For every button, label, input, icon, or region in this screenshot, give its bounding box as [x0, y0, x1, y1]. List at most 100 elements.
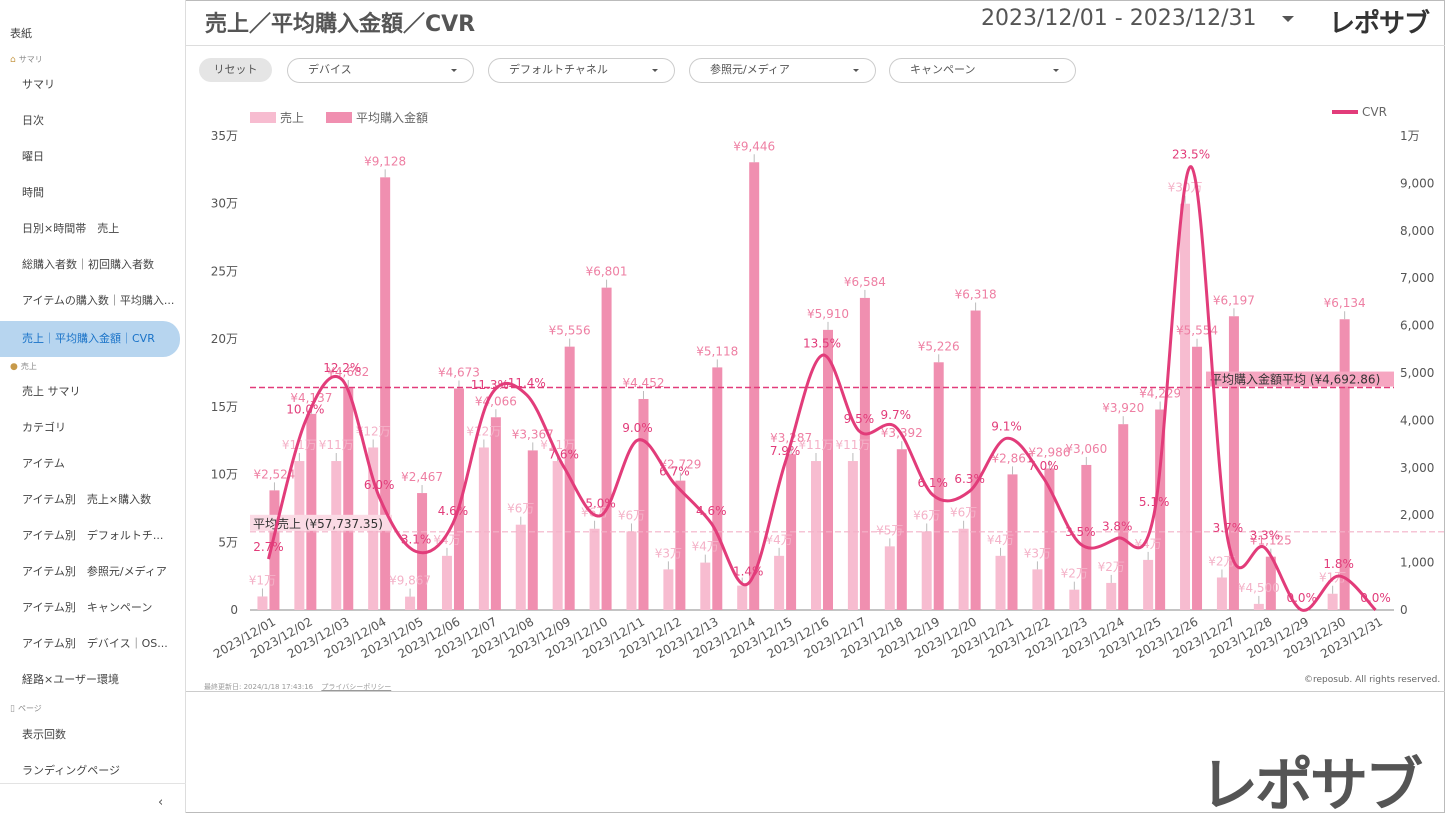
data-label-sales: ¥1万 — [249, 573, 276, 587]
right-tick-label: 9,000 — [1400, 176, 1434, 190]
bar-sales — [441, 555, 452, 610]
date-range-picker[interactable]: 2023/12/01 - 2023/12/31 — [981, 6, 1257, 31]
sidebar-item-item-source[interactable]: アイテム別 参照元/メディア — [0, 555, 180, 589]
sidebar-divider — [0, 783, 186, 784]
caret-down-icon — [652, 69, 658, 72]
bar-sales — [257, 596, 268, 610]
data-label-sales: ¥9,867 — [389, 574, 431, 588]
data-label-cvr: 0.0% — [1360, 591, 1391, 605]
bar-sales — [405, 596, 416, 610]
bar-sales — [1032, 569, 1043, 610]
data-label-cvr: 13.5% — [803, 336, 841, 350]
data-label-sales: ¥11万 — [799, 438, 834, 452]
sidebar-item-sales-avg-cvr[interactable]: 売上｜平均購入金額｜CVR — [0, 321, 180, 357]
bar-sales — [626, 531, 637, 610]
data-label-cvr: 4.6% — [438, 504, 469, 518]
data-label-sales: ¥2万 — [1098, 560, 1125, 574]
data-label-avg: ¥6,584 — [844, 275, 886, 289]
left-tick-label: 10万 — [211, 468, 238, 482]
right-tick-label: 8,000 — [1400, 224, 1434, 238]
right-tick-label: 1,000 — [1400, 556, 1434, 570]
data-label-sales: ¥6万 — [618, 508, 645, 522]
data-label-cvr: 5.0% — [585, 497, 616, 511]
sidebar-item-category[interactable]: カテゴリ — [0, 411, 180, 445]
sidebar-item-item-campaign[interactable]: アイテム別 キャンペーン — [0, 591, 180, 625]
sidebar-item-pageviews[interactable]: 表示回数 — [0, 718, 180, 752]
data-label-cvr: 23.5% — [1172, 148, 1210, 162]
reset-button[interactable]: リセット — [199, 58, 272, 82]
avg-reference-label: 平均購入金額平均 (¥4,692.86) — [1210, 372, 1380, 387]
bar-sales — [331, 461, 342, 610]
privacy-link[interactable]: プライバシーポリシー — [321, 683, 391, 691]
data-label-cvr: 3.7% — [1213, 521, 1244, 535]
bar-sales — [1180, 203, 1191, 610]
bar-avg — [749, 162, 760, 611]
data-label-sales: ¥6万 — [950, 506, 977, 520]
filter-label: デフォルトチャネル — [509, 63, 608, 76]
campaign-filter[interactable]: キャンペーン — [889, 58, 1076, 83]
data-label-avg: ¥9,446 — [733, 139, 775, 153]
data-label-cvr: 2.7% — [253, 540, 283, 554]
data-label-sales: ¥2万 — [1061, 567, 1088, 581]
sidebar-item-item-sales-purchases[interactable]: アイテム別 売上×購入数 — [0, 483, 180, 517]
filter-label: デバイス — [308, 63, 352, 76]
bar-sales — [552, 461, 563, 610]
source-medium-filter[interactable]: 参照元/メディア — [689, 58, 876, 83]
data-label-cvr: 7.6% — [548, 448, 579, 462]
sidebar-item-daily[interactable]: 日次 — [0, 104, 180, 138]
data-label-cvr: 6.7% — [659, 465, 690, 479]
bar-avg — [601, 287, 612, 610]
data-label-cvr: 6.1% — [917, 476, 948, 490]
bar-sales — [1216, 577, 1227, 610]
data-label-sales: ¥3万 — [655, 546, 682, 560]
page-title: 売上／平均購入金額／CVR — [205, 12, 476, 37]
legend-swatch-sales — [250, 112, 276, 123]
bar-sales — [921, 531, 932, 610]
sidebar-item-path-env[interactable]: 経路×ユーザー環境 — [0, 663, 180, 697]
right-tick-label: 3,000 — [1400, 461, 1434, 475]
sidebar-item-item-channel[interactable]: アイテム別 デフォルトチ... — [0, 519, 180, 553]
combo-chart: 売上 平均購入金額 CVR 0 5万 10万 15万 20万 25万 30万 35万 0 1,000 2,… — [211, 105, 1444, 661]
data-label-cvr: 10.0% — [286, 402, 324, 416]
bar-avg — [1192, 346, 1203, 610]
sidebar-item-cover[interactable]: 表紙 — [10, 25, 32, 41]
chevron-left-icon[interactable]: ‹ — [158, 795, 163, 810]
channel-filter[interactable]: デフォルトチャネル — [488, 58, 675, 83]
sidebar-item-daily-hour-sales[interactable]: 日別×時間帯 売上 — [0, 212, 180, 246]
data-label-sales: ¥5万 — [876, 523, 903, 537]
sidebar-item-buyers[interactable]: 総購入者数｜初回購入者数 — [0, 248, 180, 282]
bar-avg — [380, 177, 391, 610]
data-label-cvr: 4.6% — [696, 504, 727, 518]
bar-sales — [1143, 559, 1154, 610]
data-label-cvr: 6.0% — [364, 478, 395, 492]
data-label-cvr: 6.3% — [954, 472, 985, 486]
right-tick-label: 2,000 — [1400, 508, 1434, 522]
section-label: サマリ — [18, 55, 43, 64]
bar-sales — [478, 447, 489, 610]
bar-sales — [1327, 593, 1338, 610]
data-label-avg: ¥2,986 — [1028, 445, 1070, 459]
sidebar-item-item[interactable]: アイテム — [0, 447, 180, 481]
chevron-down-icon[interactable] — [1282, 16, 1294, 22]
data-label-avg: ¥6,197 — [1213, 293, 1255, 307]
sidebar-item-weekday[interactable]: 曜日 — [0, 140, 180, 174]
sidebar-item-sales-summary[interactable]: 売上 サマリ — [0, 375, 180, 409]
left-tick-label: 20万 — [211, 332, 238, 346]
bar-sales — [958, 528, 969, 610]
device-filter[interactable]: デバイス — [287, 58, 474, 83]
sidebar-item-summary[interactable]: サマリ — [0, 68, 180, 102]
sidebar: 表紙 ⌂ サマリ サマリ 日次 曜日 時間 日別×時間帯 売上 総購入者数｜初回… — [0, 0, 186, 813]
data-label-sales: ¥12万 — [466, 424, 501, 438]
right-tick-label: 0 — [1400, 603, 1408, 617]
left-tick-label: 5万 — [218, 535, 238, 549]
sidebar-item-item-device[interactable]: アイテム別 デバイス｜OS... — [0, 627, 180, 661]
data-label-avg: ¥5,556 — [549, 324, 591, 338]
sidebar-item-item-purchases[interactable]: アイテムの購入数｜平均購入... — [0, 284, 180, 318]
caret-down-icon — [451, 69, 457, 72]
sidebar-item-hour[interactable]: 時間 — [0, 176, 180, 210]
bar-sales — [1106, 582, 1117, 610]
data-label-avg: ¥5,554 — [1176, 324, 1218, 338]
bar-avg — [527, 450, 538, 610]
data-label-cvr: 11.3% — [471, 378, 509, 392]
right-tick-label: 4,000 — [1400, 413, 1434, 427]
